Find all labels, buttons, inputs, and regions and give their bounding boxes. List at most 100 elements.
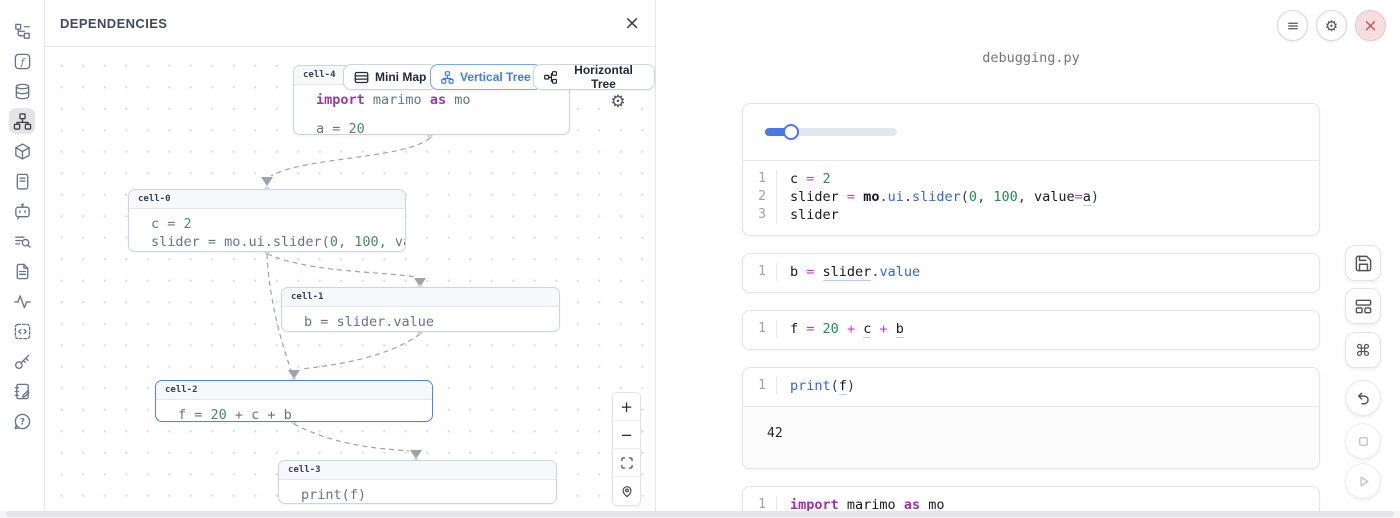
horizontal-tree-icon xyxy=(544,71,557,84)
function-icon: f xyxy=(13,52,32,71)
sidebar-item-tracing[interactable] xyxy=(9,288,35,314)
code-line: print(f) xyxy=(288,486,547,504)
slider-thumb[interactable] xyxy=(783,124,799,140)
graph-node-cell-0[interactable]: cell-0 c = 2slider = mo.ui.slider(0, 100… xyxy=(128,189,406,252)
sidebar-item-functions[interactable]: f xyxy=(9,48,35,74)
line-number: 1 xyxy=(743,170,777,188)
code-line: 3slider xyxy=(743,206,1319,224)
sidebar-item-logs[interactable] xyxy=(9,168,35,194)
cell-f[interactable]: 1f = 20 + c + b xyxy=(742,310,1320,350)
vertical-tree-icon xyxy=(441,71,454,84)
sidebar-item-file-explorer[interactable] xyxy=(9,18,35,44)
stop-button[interactable] xyxy=(1345,423,1381,459)
code-line: f = 20 + c + b xyxy=(165,406,423,422)
slider-output xyxy=(743,104,1319,161)
save-button[interactable] xyxy=(1345,245,1381,281)
code-line: a = 20 xyxy=(303,120,560,135)
cell-output: 42 xyxy=(743,406,1319,468)
code-line: 1f = 20 + c + b xyxy=(743,320,1319,338)
horizontal-tree-label: Horizontal Tree xyxy=(563,63,644,91)
node-title: cell-0 xyxy=(129,190,405,209)
settings-button[interactable]: ⚙ xyxy=(1316,10,1347,41)
chat-bot-icon xyxy=(13,202,32,221)
undo-button[interactable] xyxy=(1345,380,1381,416)
horizontal-scrollbar[interactable] xyxy=(0,511,1400,518)
node-code: b = slider.value xyxy=(282,307,559,332)
line-number: 1 xyxy=(743,320,777,338)
locate-node-button[interactable] xyxy=(613,477,640,505)
document-icon xyxy=(13,262,32,281)
left-icon-rail: f ? xyxy=(0,0,45,518)
zoom-in-button[interactable]: + xyxy=(613,393,640,421)
code-editor[interactable]: 1c = 22slider = mo.ui.slider(0, 100, val… xyxy=(743,161,1319,235)
sidebar-item-scratchpad[interactable] xyxy=(9,378,35,404)
node-title: cell-1 xyxy=(282,288,559,307)
vertical-tree-button[interactable]: Vertical Tree xyxy=(430,64,542,90)
code-line: 1b = slider.value xyxy=(743,263,1319,281)
slider-widget[interactable] xyxy=(765,128,897,136)
node-code: print(f) xyxy=(279,480,556,504)
help-bubble-icon: ? xyxy=(13,412,32,431)
line-number: 1 xyxy=(743,263,777,281)
scrollbar-thumb[interactable] xyxy=(6,511,1394,517)
graph-zoom-controls: + − xyxy=(612,392,641,506)
dependencies-panel: DEPENDENCIES × xyxy=(45,0,656,518)
sidebar-item-snippets[interactable] xyxy=(9,258,35,284)
line-number: 2 xyxy=(743,188,777,206)
sidebar-item-secrets[interactable] xyxy=(9,348,35,374)
mini-map-button[interactable]: Mini Map xyxy=(343,64,437,90)
sidebar-item-search-logs[interactable] xyxy=(9,228,35,254)
close-panel-icon[interactable]: × xyxy=(624,14,640,33)
menu-button[interactable] xyxy=(1277,10,1308,41)
layout-icon xyxy=(1354,297,1373,316)
notebook-filename: debugging.py xyxy=(742,50,1320,66)
sidebar-item-ai-chat[interactable] xyxy=(9,198,35,224)
map-pin-icon xyxy=(620,484,634,498)
code-editor[interactable]: 1print(f) xyxy=(743,368,1319,406)
graph-settings-icon[interactable]: ⚙ xyxy=(606,90,630,114)
graph-node-cell-2-selected[interactable]: cell-2 f = 20 + c + b xyxy=(155,380,433,422)
maximize-icon xyxy=(620,456,634,470)
dependency-graph-icon xyxy=(13,112,32,131)
code-line: slider xyxy=(138,251,396,252)
notebook-pen-icon xyxy=(13,382,32,401)
node-code: c = 2slider = mo.ui.slider(0, 100, value… xyxy=(129,209,405,252)
graph-node-cell-1[interactable]: cell-1 b = slider.value xyxy=(281,287,560,332)
cells-column: 1c = 22slider = mo.ui.slider(0, 100, val… xyxy=(742,103,1320,518)
sidebar-item-dependency-graph[interactable] xyxy=(9,108,35,134)
layout-button[interactable] xyxy=(1345,288,1381,324)
node-code: f = 20 + c + b xyxy=(156,400,432,422)
save-icon xyxy=(1354,254,1373,273)
sidebar-item-help[interactable]: ? xyxy=(9,408,35,434)
activity-icon xyxy=(13,292,32,311)
sidebar-item-packages[interactable] xyxy=(9,138,35,164)
graph-node-cell-3[interactable]: cell-3 print(f) xyxy=(278,460,557,504)
code-editor[interactable]: 1b = slider.value xyxy=(743,254,1319,292)
code-editor[interactable]: 1f = 20 + c + b xyxy=(743,311,1319,349)
cell-b[interactable]: 1b = slider.value xyxy=(742,253,1320,293)
menu-icon xyxy=(1286,19,1300,33)
marimo-app: f ? DEPENDENCIES × xyxy=(0,0,1400,518)
file-tree-icon xyxy=(13,22,32,41)
zoom-out-button[interactable]: − xyxy=(613,421,640,449)
node-code: import marimo as mo a = 20 xyxy=(294,85,569,135)
code-line: b = slider.value xyxy=(291,313,550,331)
shutdown-icon[interactable]: × xyxy=(1355,10,1386,41)
horizontal-tree-button[interactable]: Horizontal Tree xyxy=(533,64,655,90)
dependency-graph-canvas[interactable]: cell-4 import marimo as moa = 20 cell-0 … xyxy=(45,47,655,518)
key-icon xyxy=(13,352,32,371)
keyboard-shortcuts-button[interactable]: ⌘ xyxy=(1345,332,1381,368)
svg-text:f: f xyxy=(19,56,26,68)
scroll-icon xyxy=(13,172,32,191)
cell-slider[interactable]: 1c = 22slider = mo.ui.slider(0, 100, val… xyxy=(742,103,1320,236)
undo-icon xyxy=(1354,389,1373,408)
code-line: c = 2 xyxy=(138,215,396,233)
fit-view-button[interactable] xyxy=(613,449,640,477)
sidebar-item-outputs[interactable] xyxy=(9,318,35,344)
sidebar-item-data-sources[interactable] xyxy=(9,78,35,104)
line-number: 3 xyxy=(743,206,777,224)
cell-print[interactable]: 1print(f) 42 xyxy=(742,367,1320,469)
code-line: 2slider = mo.ui.slider(0, 100, value=a) xyxy=(743,188,1319,206)
run-button[interactable] xyxy=(1345,463,1381,499)
code-line: import marimo as mo xyxy=(303,91,560,109)
